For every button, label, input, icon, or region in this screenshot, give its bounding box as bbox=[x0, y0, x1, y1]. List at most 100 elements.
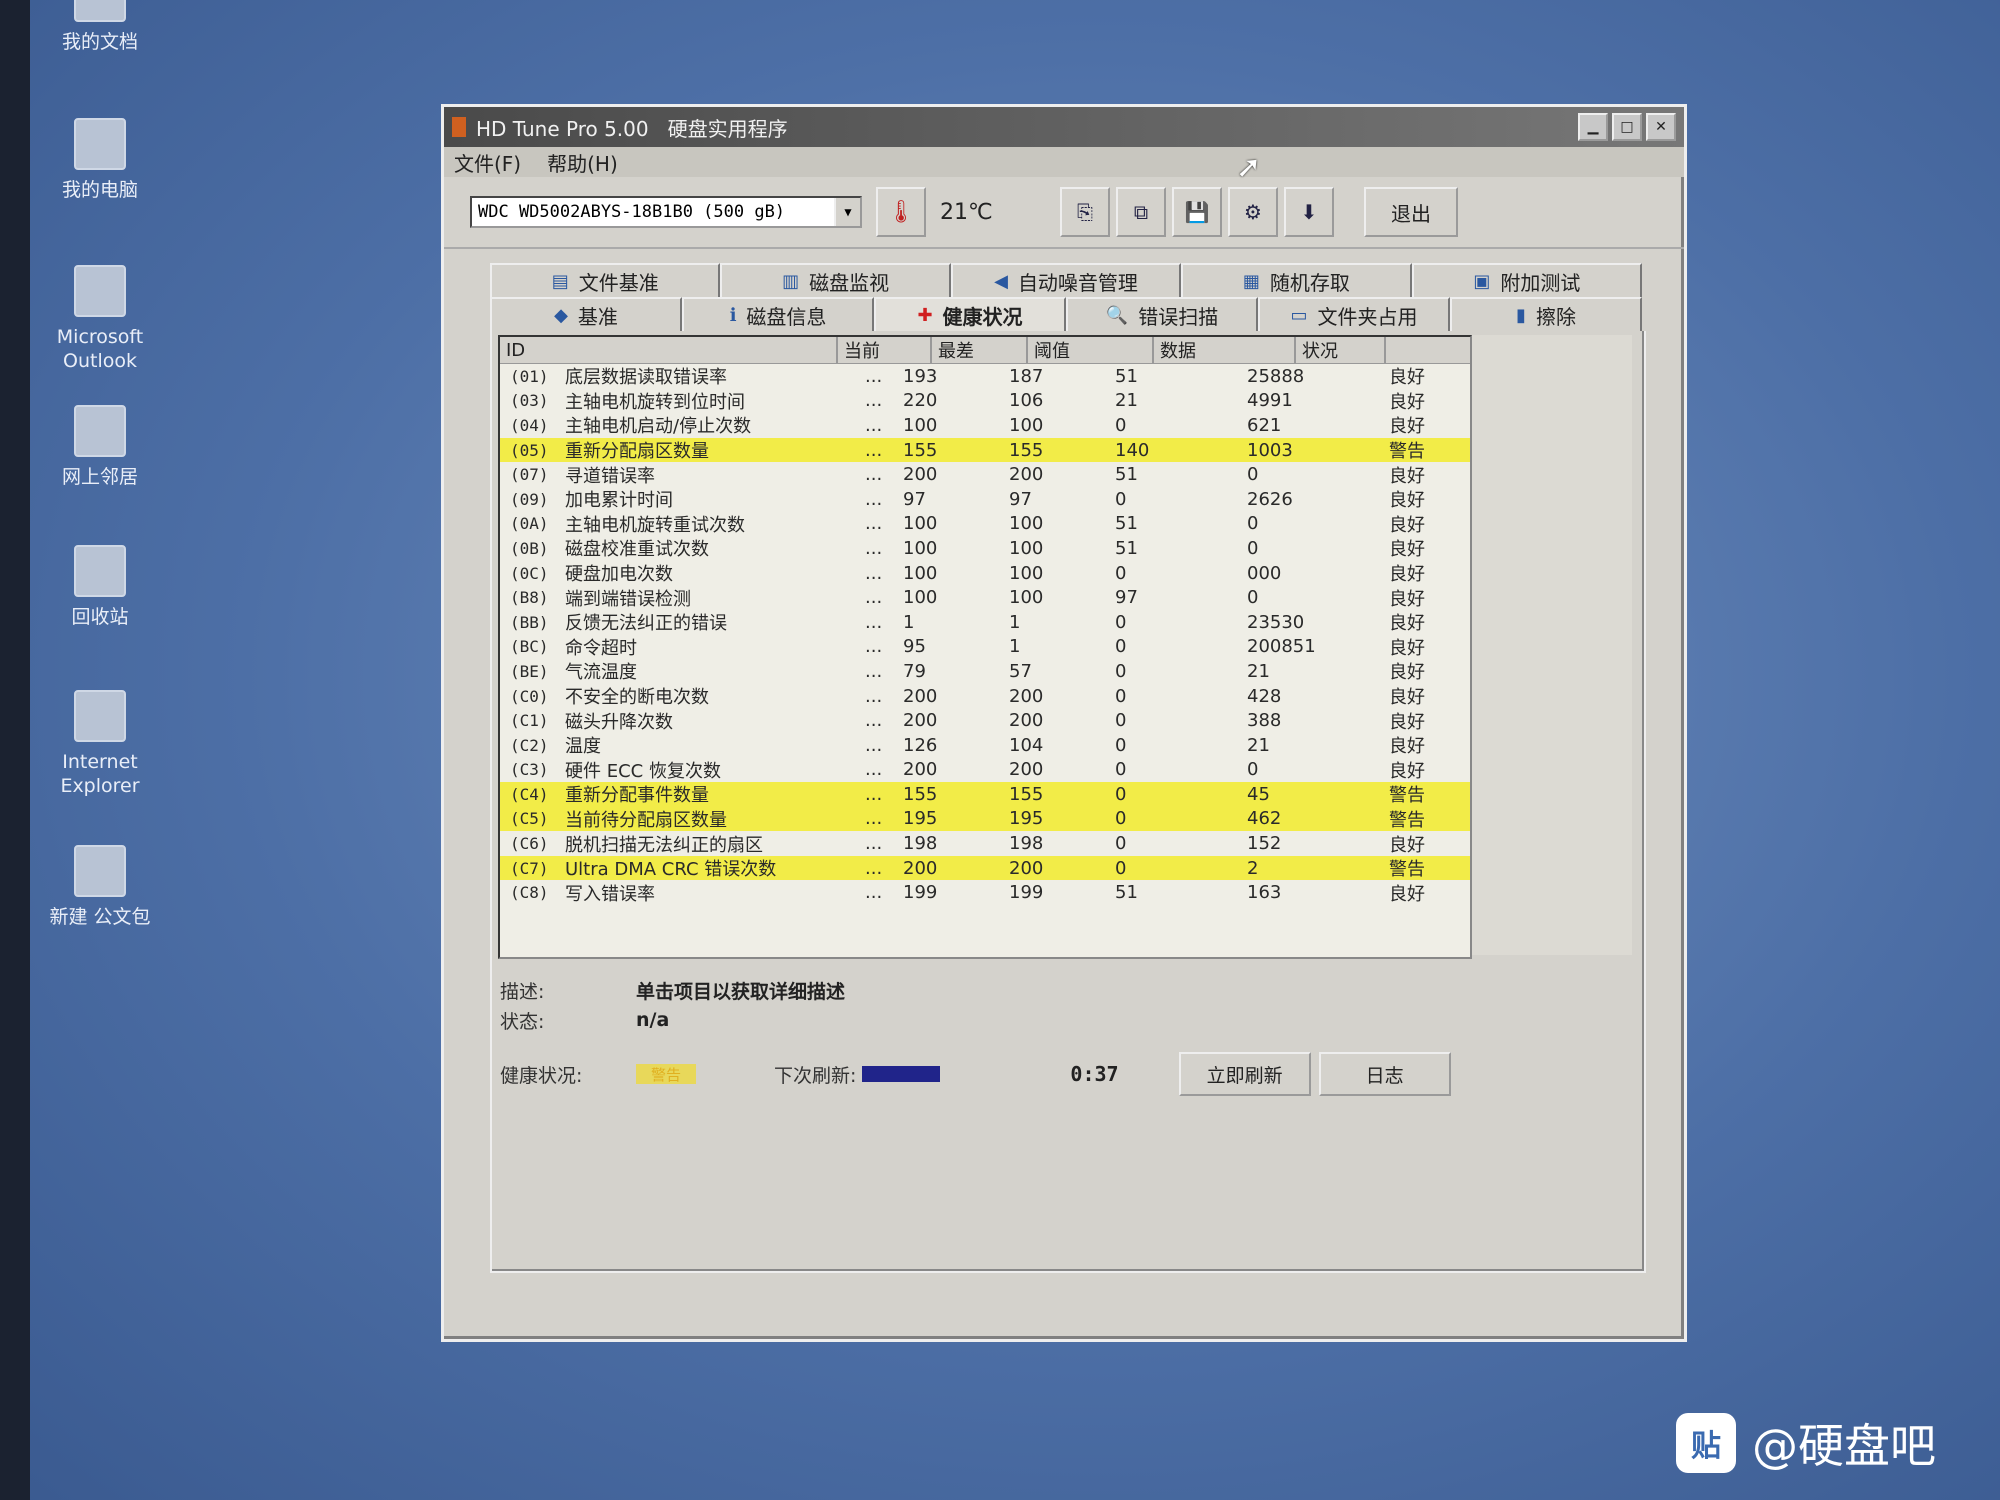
row-dots: ... bbox=[865, 562, 883, 584]
attr-current: 100 bbox=[903, 513, 938, 535]
menu-help[interactable]: 帮助(H) bbox=[547, 148, 618, 177]
state-label: 状态: bbox=[500, 1010, 545, 1033]
attr-data: 0 bbox=[1247, 759, 1259, 781]
log-button[interactable]: 日志 bbox=[1318, 1052, 1451, 1096]
table-row[interactable]: (BC) 命令超时... 95 1 0 200851 良好 bbox=[500, 635, 1470, 660]
chevron-down-icon[interactable]: ▼ bbox=[834, 198, 860, 226]
tab-error-scan[interactable]: 🔍 错误扫描 bbox=[1066, 297, 1258, 331]
table-row[interactable]: (C0) 不安全的断电次数... 200 200 0 428 良好 bbox=[500, 684, 1470, 709]
row-dots: ... bbox=[865, 439, 883, 461]
attr-status: 警告 bbox=[1389, 785, 1425, 807]
title-bar[interactable]: HD Tune Pro 5.00 硬盘实用程序 ▁ □ ✕ bbox=[444, 107, 1684, 147]
maximize-button[interactable]: □ bbox=[1612, 113, 1642, 141]
menu-file[interactable]: 文件(F) bbox=[454, 148, 521, 177]
table-row[interactable]: (C1) 磁头升降次数... 200 200 0 388 良好 bbox=[500, 708, 1470, 733]
watermark-text: @硬盘吧 bbox=[1752, 1419, 1936, 1473]
tab-health[interactable]: ✚ 健康状况 bbox=[874, 297, 1066, 331]
tab-random-access[interactable]: ▦ 随机存取 bbox=[1181, 263, 1412, 297]
menu-bar: 文件(F) 帮助(H) bbox=[444, 147, 1684, 177]
tab-benchmark[interactable]: ◆ 基准 bbox=[490, 297, 682, 331]
attr-data: 388 bbox=[1247, 710, 1282, 732]
desktop-outlook-shortcut[interactable]: Microsoft Outlook bbox=[40, 265, 160, 373]
attr-current: 100 bbox=[903, 537, 938, 559]
desc-value: 单击项目以获取详细描述 bbox=[636, 980, 846, 1003]
attr-id: (0B) bbox=[510, 538, 549, 558]
table-body: (01) 底层数据读取错误率... 193 187 51 25888 良好 (03) 主轴电机旋… bbox=[500, 364, 1470, 905]
col-data[interactable]: 数据 bbox=[1154, 337, 1296, 363]
tab-file-benchmark[interactable]: ▤ 文件基准 bbox=[490, 263, 721, 297]
col-worst[interactable]: 最差 bbox=[932, 337, 1028, 363]
table-row[interactable]: (C3) 硬件 ECC 恢复次数... 200 200 0 0 良好 bbox=[500, 758, 1470, 783]
attr-name: 磁头升降次数 bbox=[565, 711, 673, 733]
attr-status: 良好 bbox=[1389, 834, 1425, 856]
tab-folder-usage[interactable]: ▭ 文件夹占用 bbox=[1258, 297, 1450, 331]
desktop-recycle-bin-shortcut[interactable]: 回收站 bbox=[40, 545, 160, 629]
minimize-button[interactable]: ▁ bbox=[1578, 113, 1608, 141]
table-row[interactable]: (01) 底层数据读取错误率... 193 187 51 25888 良好 bbox=[500, 364, 1470, 389]
col-threshold[interactable]: 阈值 bbox=[1028, 337, 1154, 363]
table-row[interactable]: (C2) 温度... 126 104 0 21 良好 bbox=[500, 733, 1470, 758]
tab-disk-monitor[interactable]: ▥ 磁盘监视 bbox=[720, 263, 951, 297]
download-icon[interactable]: ⬇ bbox=[1284, 187, 1334, 237]
desktop-network-shortcut[interactable]: 网上邻居 bbox=[40, 405, 160, 489]
table-row[interactable]: (07) 寻道错误率... 200 200 51 0 良好 bbox=[500, 462, 1470, 487]
desktop-internet-explorer-shortcut[interactable]: Internet Explorer bbox=[40, 690, 160, 798]
attr-current: 100 bbox=[903, 587, 938, 609]
row-dots: ... bbox=[865, 833, 883, 855]
desktop-icon-label: Internet Explorer bbox=[60, 751, 140, 797]
table-row[interactable]: (BB) 反馈无法纠正的错误... 1 1 0 23530 良好 bbox=[500, 610, 1470, 635]
table-row[interactable]: (09) 加电累计时间... 97 97 0 2626 良好 bbox=[500, 487, 1470, 512]
attr-status: 良好 bbox=[1389, 662, 1425, 684]
tab-info[interactable]: ℹ 磁盘信息 bbox=[682, 297, 874, 331]
table-row[interactable]: (03) 主轴电机旋转到位时间... 220 106 21 4991 良好 bbox=[500, 389, 1470, 414]
benchmark-icon: ◆ bbox=[554, 304, 568, 326]
refresh-now-button[interactable]: 立即刷新 bbox=[1178, 1052, 1311, 1096]
col-current[interactable]: 当前 bbox=[838, 337, 932, 363]
attr-current: 200 bbox=[903, 857, 938, 879]
attr-worst: 1 bbox=[1009, 611, 1021, 633]
table-row[interactable]: (0B) 磁盘校准重试次数... 100 100 51 0 良好 bbox=[500, 536, 1470, 561]
table-row[interactable]: (05) 重新分配扇区数量... 155 155 140 1003 警告 bbox=[500, 437, 1470, 463]
options-icon[interactable]: ⚙ bbox=[1228, 187, 1278, 237]
row-dots: ... bbox=[865, 710, 883, 732]
table-row[interactable]: (C8) 写入错误率... 199 199 51 163 良好 bbox=[500, 880, 1470, 905]
col-id[interactable]: ID bbox=[500, 337, 838, 363]
erase-icon: ▮ bbox=[1516, 304, 1526, 326]
row-dots: ... bbox=[865, 488, 883, 510]
tab-row-2: ◆ 基准 ℹ 磁盘信息 ✚ 健康状况 🔍 错误扫描 ▭ 文件夹占用 ▮ 擦除 bbox=[490, 297, 1642, 331]
table-row[interactable]: (C4) 重新分配事件数量... 155 155 0 45 警告 bbox=[500, 782, 1470, 807]
copy-screenshot-icon[interactable]: ⧉ bbox=[1116, 187, 1166, 237]
table-row[interactable]: (0A) 主轴电机旋转重试次数... 100 100 51 0 良好 bbox=[500, 512, 1470, 537]
info-icon: ℹ bbox=[729, 304, 737, 326]
table-row[interactable]: (B8) 端到端错误检测... 100 100 97 0 良好 bbox=[500, 585, 1470, 610]
attr-id: (C4) bbox=[510, 784, 549, 804]
aam-icon: ◀ bbox=[994, 270, 1008, 292]
drive-select[interactable]: WDC WD5002ABYS-18B1B0 (500 gB) ▼ bbox=[470, 196, 862, 228]
attr-data: 621 bbox=[1247, 414, 1282, 436]
table-row[interactable]: (BE) 气流温度... 79 57 0 21 良好 bbox=[500, 659, 1470, 684]
close-button[interactable]: ✕ bbox=[1646, 113, 1676, 141]
smart-table[interactable]: ID 当前 最差 阈值 数据 状况 (01) 底层数据读取错误率... 193 187… bbox=[498, 335, 1472, 959]
exit-button[interactable]: 退出 bbox=[1364, 187, 1458, 237]
tab-aam[interactable]: ◀ 自动噪音管理 bbox=[950, 263, 1182, 297]
tab-erase[interactable]: ▮ 擦除 bbox=[1450, 297, 1642, 331]
save-icon[interactable]: 💾 bbox=[1172, 187, 1222, 237]
tab-label: 擦除 bbox=[1535, 304, 1576, 329]
table-row[interactable]: (C7) Ultra DMA CRC 错误次数... 200 200 0 2 警告 bbox=[500, 855, 1470, 881]
attr-name: 写入错误率 bbox=[565, 883, 655, 905]
table-row[interactable]: (04) 主轴电机启动/停止次数... 100 100 0 621 良好 bbox=[500, 413, 1470, 438]
attr-data: 21 bbox=[1247, 734, 1270, 756]
copy-text-icon[interactable]: ⎘ bbox=[1060, 187, 1110, 237]
desktop-briefcase-shortcut[interactable]: 新建 公文包 bbox=[40, 845, 160, 929]
tab-extra-tests[interactable]: ▣ 附加测试 bbox=[1411, 263, 1643, 297]
table-row[interactable]: (C6) 脱机扫描无法纠正的扇区... 198 198 0 152 良好 bbox=[500, 831, 1470, 856]
attr-id: (07) bbox=[510, 465, 549, 485]
row-dots: ... bbox=[865, 365, 883, 387]
table-row[interactable]: (C5) 当前待分配扇区数量... 195 195 0 462 警告 bbox=[500, 806, 1470, 832]
attr-worst: 199 bbox=[1009, 882, 1044, 904]
desktop-my-computer-shortcut[interactable]: 我的电脑 bbox=[40, 118, 160, 202]
col-status[interactable]: 状况 bbox=[1296, 337, 1386, 363]
desktop-my-documents-shortcut[interactable]: 我的文档 bbox=[40, 0, 160, 54]
table-row[interactable]: (0C) 硬盘加电次数... 100 100 0 000 良好 bbox=[500, 561, 1470, 586]
attr-status: 警告 bbox=[1389, 859, 1425, 881]
